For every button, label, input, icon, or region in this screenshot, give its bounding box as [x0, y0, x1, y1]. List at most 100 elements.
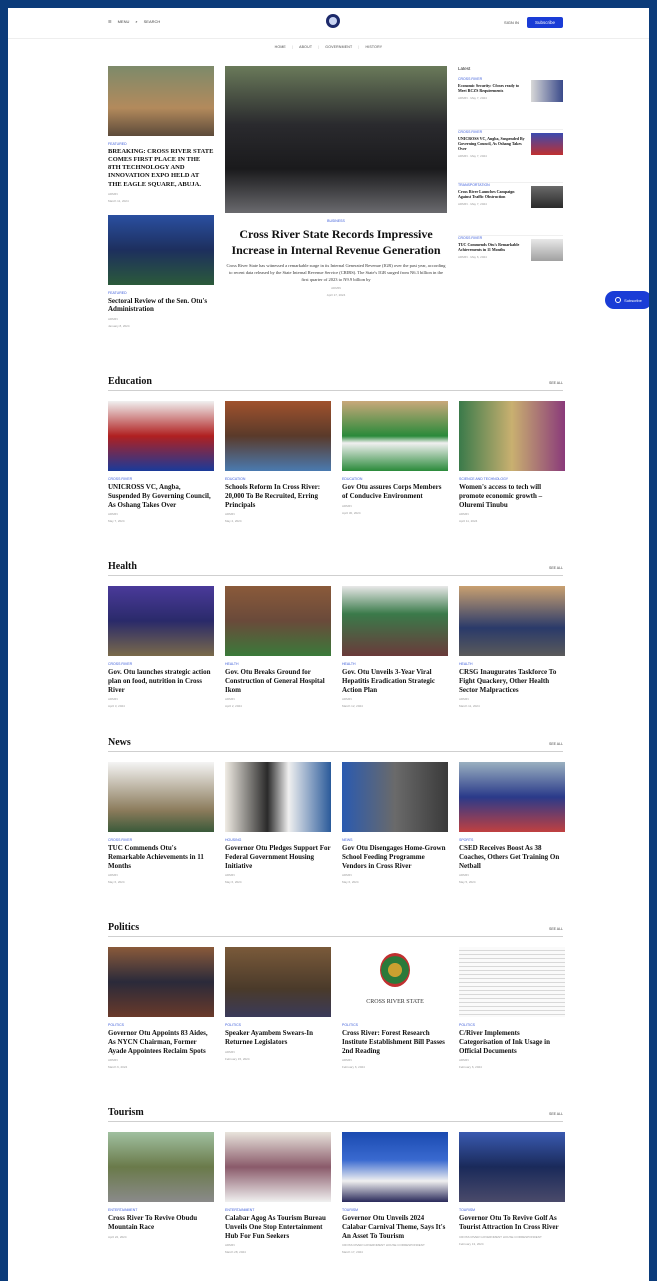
card-image[interactable] [459, 762, 565, 832]
article-card[interactable]: EDUCATION Gov Otu assures Corps Members … [342, 401, 448, 523]
article-title[interactable]: CRSG Inaugurates Taskforce To Fight Quac… [459, 668, 565, 694]
article-title[interactable]: Gov. Otu Unveils 3-Year Viral Hepatitis … [342, 668, 448, 694]
latest-thumbnail[interactable] [531, 133, 563, 155]
card-image[interactable] [342, 401, 448, 471]
card-image[interactable] [459, 586, 565, 656]
article-category[interactable]: TOURISM [342, 1208, 448, 1212]
article-title[interactable]: TUC Commends Otu's Remarkable Achievemen… [108, 844, 214, 870]
article-title[interactable]: TUC Commends Otu's Remarkable Achievemen… [458, 242, 526, 252]
article-category[interactable]: EDUCATION [225, 477, 331, 481]
article-category[interactable]: CROSS RIVER [108, 477, 214, 481]
menu-icon[interactable]: ☰ [108, 19, 112, 24]
article-title[interactable]: Cross River To Revive Obudu Mountain Rac… [108, 1214, 214, 1232]
article-title[interactable]: Governor Otu Unveils 2024 Calabar Carniv… [342, 1214, 448, 1240]
article-category[interactable]: CROSS RIVER [458, 236, 526, 240]
card-image[interactable] [108, 762, 214, 832]
article-title[interactable]: Sectoral Review of the Sen. Otu's Admini… [108, 297, 214, 315]
card-image[interactable]: CROSS RIVER STATE [342, 947, 448, 1017]
article-card[interactable]: POLITICS Governor Otu Appoints 83 Aides,… [108, 947, 214, 1069]
article-category[interactable]: POLITICS [342, 1023, 448, 1027]
article-title[interactable]: UNICROSS VC, Angba, Suspended By Governi… [458, 136, 526, 151]
article-title[interactable]: BREAKING: CROSS RIVER STATE COMES FIRST … [108, 148, 214, 189]
article-category[interactable]: ENTERTAINMENT [225, 1208, 331, 1212]
latest-item[interactable]: CROSS RIVER Economic Security: Cfcnrs re… [458, 77, 563, 130]
article-card[interactable]: TOURISM Governor Otu Unveils 2024 Calaba… [342, 1132, 448, 1254]
nav-home[interactable]: HOME [275, 45, 286, 49]
article-title[interactable]: C/River Implements Categorisation of Ink… [459, 1029, 565, 1055]
article-category[interactable]: BUSINESS [225, 219, 447, 223]
article-card[interactable]: CROSS RIVER STATE POLITICS Cross River: … [342, 947, 448, 1069]
article-title[interactable]: Governor Otu To Revive Golf As Tourist A… [459, 1214, 565, 1232]
card-image[interactable] [225, 401, 331, 471]
article-title[interactable]: Women's access to tech will promote econ… [459, 483, 565, 509]
article-category[interactable]: EDUCATION [342, 477, 448, 481]
article-title[interactable]: Cross River Launches Campaign Against Tr… [458, 189, 526, 199]
nav-history[interactable]: HISTORY [365, 45, 382, 49]
article-card[interactable]: HEALTH Gov. Otu Breaks Ground for Constr… [225, 586, 331, 708]
subscribe-button[interactable]: Subscribe [527, 17, 563, 28]
see-all-link[interactable]: SEE ALL [549, 742, 563, 746]
hero-left-top-image[interactable] [108, 66, 214, 136]
nav-about[interactable]: ABOUT [299, 45, 312, 49]
article-category[interactable]: POLITICS [108, 1023, 214, 1027]
article-category[interactable]: HEALTH [342, 662, 448, 666]
card-image[interactable] [108, 401, 214, 471]
card-image[interactable] [342, 762, 448, 832]
article-category[interactable]: CROSS RIVER [108, 662, 214, 666]
nav-government[interactable]: GOVERNMENT [325, 45, 352, 49]
article-title[interactable]: Schools Reform In Cross River: 20,000 To… [225, 483, 331, 509]
latest-item[interactable]: TRANSPORTATION Cross River Launches Camp… [458, 183, 563, 236]
card-image[interactable] [108, 947, 214, 1017]
search-icon[interactable]: ⌕ [135, 19, 137, 24]
see-all-link[interactable]: SEE ALL [549, 927, 563, 931]
article-card[interactable]: SPORTS CSED Receives Boost As 38 Coaches… [459, 762, 565, 884]
card-image[interactable] [459, 947, 565, 1017]
latest-thumbnail[interactable] [531, 239, 563, 261]
article-category[interactable]: FEATURED [108, 291, 214, 295]
article-card[interactable]: POLITICS C/River Implements Categorisati… [459, 947, 565, 1069]
latest-item[interactable]: CROSS RIVER UNICROSS VC, Angba, Suspende… [458, 130, 563, 183]
article-card[interactable]: CROSS RIVER Gov. Otu launches strategic … [108, 586, 214, 708]
article-title[interactable]: Economic Security: Cfcnrs ready to Meet … [458, 83, 526, 93]
floating-subscribe-button[interactable]: Subscribe [605, 291, 649, 309]
article-title[interactable]: Speaker Ayambem Swears-In Returnee Legis… [225, 1029, 331, 1047]
article-category[interactable]: HEALTH [459, 662, 565, 666]
article-card[interactable]: EDUCATION Schools Reform In Cross River:… [225, 401, 331, 523]
card-image[interactable] [459, 401, 565, 471]
card-image[interactable] [225, 586, 331, 656]
card-image[interactable] [225, 947, 331, 1017]
article-category[interactable]: SPORTS [459, 838, 565, 842]
card-image[interactable] [225, 762, 331, 832]
article-category[interactable]: CROSS RIVER [458, 77, 526, 81]
latest-thumbnail[interactable] [531, 186, 563, 208]
article-card[interactable]: HOUSING Governor Otu Pledges Support For… [225, 762, 331, 884]
menu-label[interactable]: MENU [118, 19, 130, 24]
article-category[interactable]: POLITICS [225, 1023, 331, 1027]
card-image[interactable] [108, 1132, 214, 1202]
see-all-link[interactable]: SEE ALL [549, 381, 563, 385]
latest-thumbnail[interactable] [531, 80, 563, 102]
article-title[interactable]: Governor Otu Appoints 83 Aides, As NYCN … [108, 1029, 214, 1055]
signin-link[interactable]: SIGN IN [504, 20, 519, 25]
article-card[interactable]: SCIENCE AND TECHNOLOGY Women's access to… [459, 401, 565, 523]
article-title[interactable]: Calabar Agog As Tourism Bureau Unveils O… [225, 1214, 331, 1240]
article-title[interactable]: CSED Receives Boost As 38 Coaches, Other… [459, 844, 565, 870]
article-category[interactable]: TRANSPORTATION [458, 183, 526, 187]
lead-article-title[interactable]: Cross River State Records Impressive Inc… [225, 227, 447, 258]
article-title[interactable]: Gov. Otu launches strategic action plan … [108, 668, 214, 694]
latest-item[interactable]: CROSS RIVER TUC Commends Otu's Remarkabl… [458, 236, 563, 288]
article-category[interactable]: ENTERTAINMENT [108, 1208, 214, 1212]
article-card[interactable]: HEALTH CRSG Inaugurates Taskforce To Fig… [459, 586, 565, 708]
card-image[interactable] [342, 586, 448, 656]
article-card[interactable]: POLITICS Speaker Ayambem Swears-In Retur… [225, 947, 331, 1069]
article-card[interactable]: TOURISM Governor Otu To Revive Golf As T… [459, 1132, 565, 1254]
article-title[interactable]: Governor Otu Pledges Support For Federal… [225, 844, 331, 870]
article-category[interactable]: TOURISM [459, 1208, 565, 1212]
article-card[interactable]: ENTERTAINMENT Calabar Agog As Tourism Bu… [225, 1132, 331, 1254]
lead-article-image[interactable] [225, 66, 447, 213]
article-category[interactable]: CROSS RIVER [458, 130, 526, 134]
article-category[interactable]: HOUSING [225, 838, 331, 842]
article-category[interactable]: HEALTH [225, 662, 331, 666]
article-category[interactable]: CROSS RIVER [108, 838, 214, 842]
article-card[interactable]: CROSS RIVER TUC Commends Otu's Remarkabl… [108, 762, 214, 884]
